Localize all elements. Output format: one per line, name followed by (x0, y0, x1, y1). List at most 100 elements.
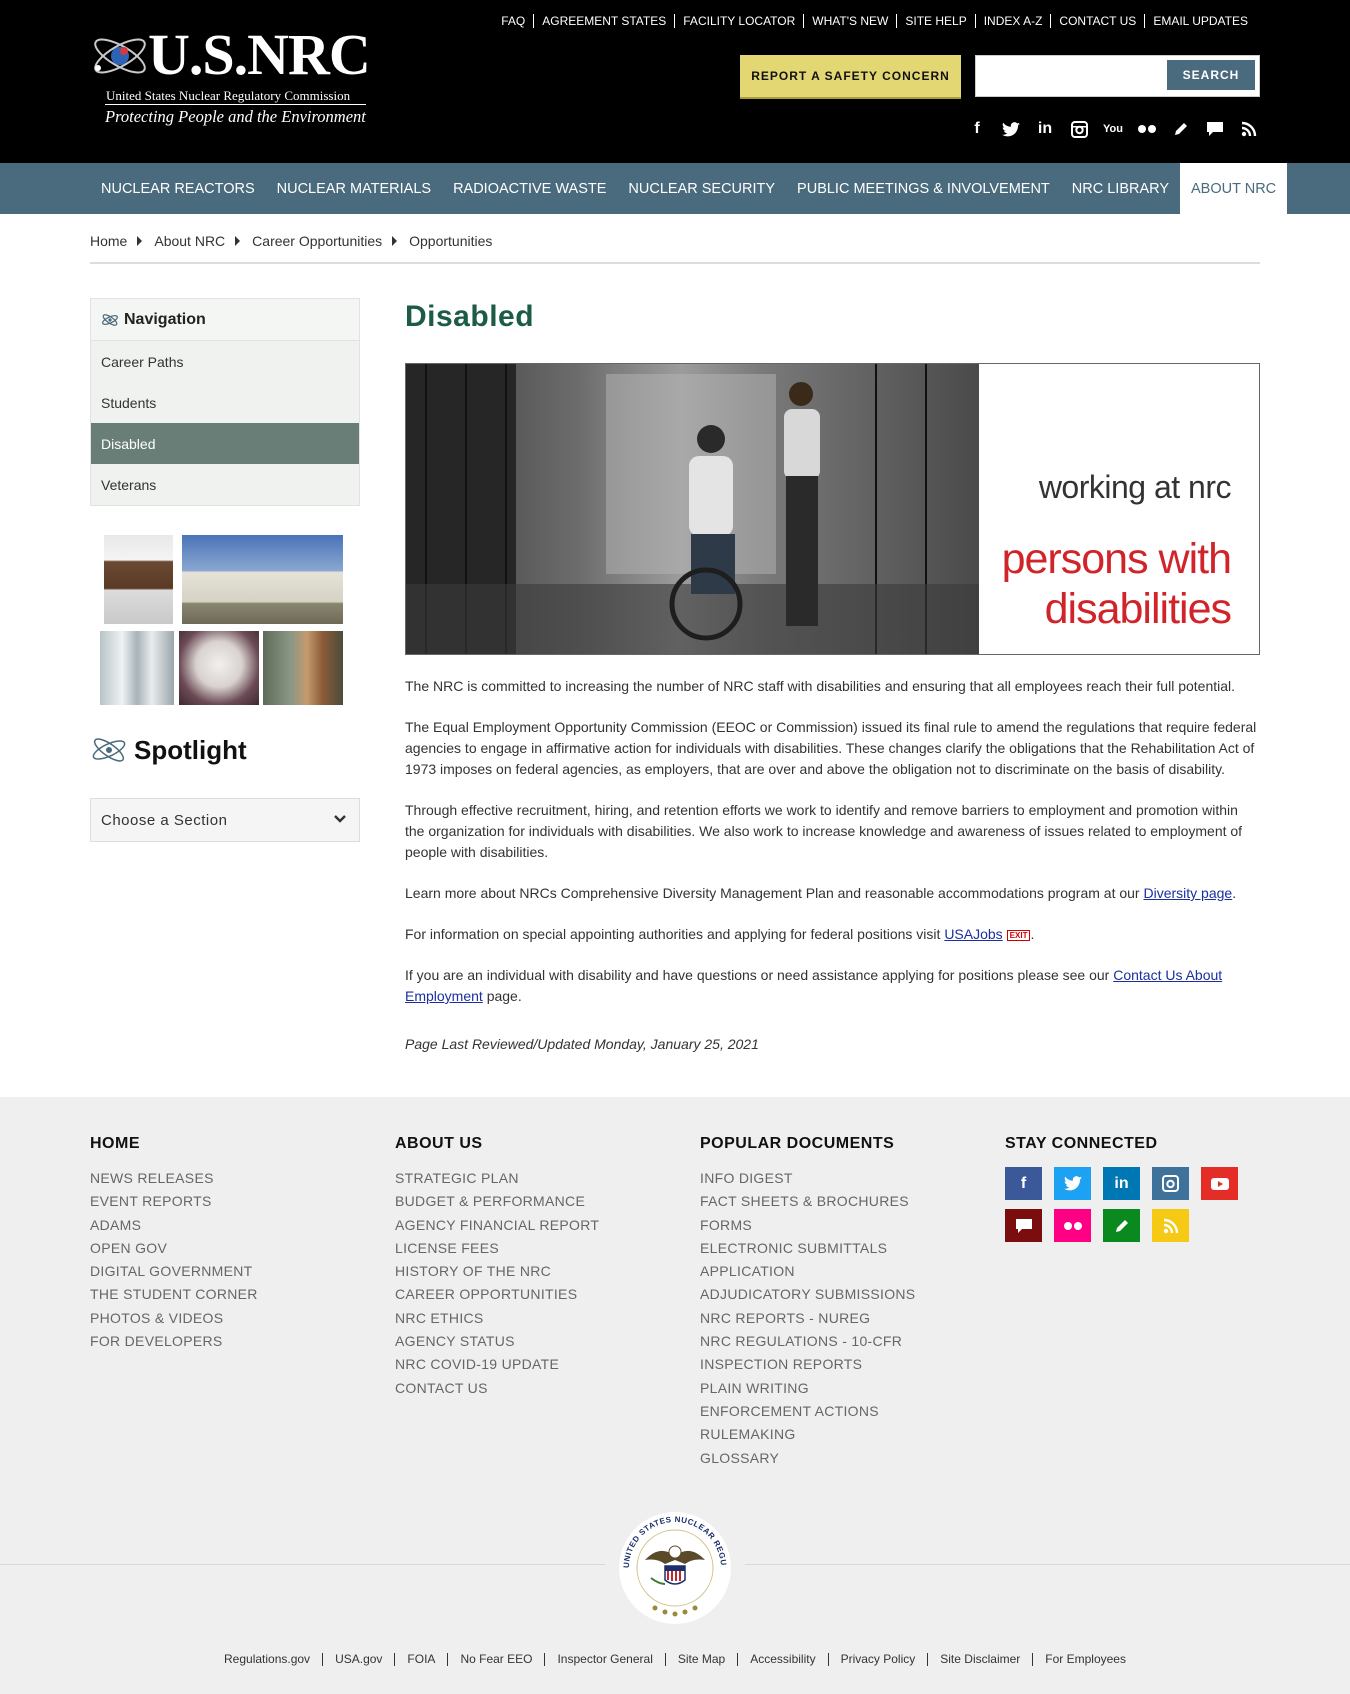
footer-link[interactable]: DIGITAL GOVERNMENT (90, 1260, 258, 1283)
footer-link[interactable]: NRC REPORTS - NUREG (700, 1307, 915, 1330)
footer-link[interactable]: NRC COVID-19 UPDATE (395, 1353, 599, 1376)
flickr-icon[interactable] (1130, 117, 1164, 141)
footer-bottom-link[interactable]: Privacy Policy (827, 1653, 928, 1666)
footer-bottom-link[interactable]: Site Disclaimer (927, 1653, 1032, 1666)
choose-section-select[interactable]: Choose a Section (90, 798, 360, 842)
nav-nrc-library[interactable]: NRC LIBRARY (1061, 163, 1180, 214)
footer-bottom-link[interactable]: Inspector General (544, 1653, 664, 1666)
footer-link[interactable]: NRC ETHICS (395, 1307, 599, 1330)
side-nav-career-paths[interactable]: Career Paths (91, 341, 359, 382)
nrc-logo[interactable]: U.S.NRC United States Nuclear Regulatory… (90, 18, 371, 126)
comment-icon[interactable] (1198, 117, 1232, 141)
twitter-icon[interactable] (994, 117, 1028, 141)
util-link-faq[interactable]: FAQ (493, 14, 533, 28)
nav-public-meetings[interactable]: PUBLIC MEETINGS & INVOLVEMENT (786, 163, 1061, 214)
footer-link[interactable]: HISTORY OF THE NRC (395, 1260, 599, 1283)
footer-link[interactable]: CONTACT US (395, 1377, 599, 1400)
util-link-email-updates[interactable]: EMAIL UPDATES (1144, 14, 1256, 28)
nav-nuclear-materials[interactable]: NUCLEAR MATERIALS (266, 163, 442, 214)
instagram-icon[interactable] (1062, 117, 1096, 141)
nrc-seal-emblem-icon: UNITED STATES NUCLEAR REGULATORY COMMISS… (615, 1508, 731, 1624)
footer-bottom-link[interactable]: Regulations.gov (212, 1653, 322, 1666)
side-nav-disabled[interactable]: Disabled (91, 423, 359, 464)
footer-link[interactable]: FACT SHEETS & BROCHURES (700, 1190, 915, 1213)
search-input[interactable] (976, 56, 1166, 96)
linkedin-icon[interactable]: in (1103, 1167, 1140, 1200)
footer-link[interactable]: AGENCY STATUS (395, 1330, 599, 1353)
report-safety-concern-button[interactable]: REPORT A SAFETY CONCERN (740, 55, 961, 97)
breadcrumb-career-opportunities[interactable]: Career Opportunities (252, 233, 382, 249)
facebook-icon[interactable]: f (1005, 1167, 1042, 1200)
footer-bottom-link[interactable]: No Fear EEO (447, 1653, 544, 1666)
footer-social-grid: f in (1005, 1167, 1238, 1242)
instagram-icon[interactable] (1152, 1167, 1189, 1200)
paragraph-1: The NRC is committed to increasing the n… (405, 678, 1236, 694)
footer-bottom-link[interactable]: Site Map (664, 1653, 737, 1666)
breadcrumb-opportunities[interactable]: Opportunities (409, 233, 492, 249)
util-link-whats-new[interactable]: WHAT'S NEW (803, 14, 896, 28)
footer-link[interactable]: NRC REGULATIONS - 10-CFR (700, 1330, 915, 1353)
footer-bottom-link[interactable]: FOIA (394, 1653, 447, 1666)
breadcrumb-home[interactable]: Home (90, 233, 127, 249)
flickr-icon[interactable] (1054, 1209, 1091, 1242)
nav-about-nrc[interactable]: ABOUT NRC (1180, 163, 1288, 214)
paragraph-6: If you are an individual with disability… (405, 965, 1260, 1007)
footer-link[interactable]: PLAIN WRITING (700, 1377, 915, 1400)
rss-icon[interactable] (1232, 117, 1266, 141)
footer-link[interactable]: ENFORCEMENT ACTIONS (700, 1400, 915, 1423)
nav-radioactive-waste[interactable]: RADIOACTIVE WASTE (442, 163, 617, 214)
util-link-index-az[interactable]: INDEX A-Z (974, 14, 1051, 28)
footer-link[interactable]: BUDGET & PERFORMANCE (395, 1190, 599, 1213)
footer-link[interactable]: CAREER OPPORTUNITIES (395, 1283, 599, 1306)
footer-link[interactable]: FORMS (700, 1214, 915, 1237)
hero-line-persons-with-disabilities: persons with disabilities (1002, 534, 1232, 634)
twitter-icon[interactable] (1054, 1167, 1091, 1200)
agency-name: United States Nuclear Regulatory Commiss… (106, 88, 351, 103)
usajobs-link[interactable]: USAJobs (944, 926, 1002, 942)
footer-link[interactable]: PHOTOS & VIDEOS (90, 1307, 258, 1330)
util-link-contact-us[interactable]: CONTACT US (1050, 14, 1144, 28)
blog-icon[interactable] (1103, 1209, 1140, 1242)
side-nav-veterans[interactable]: Veterans (91, 464, 359, 505)
footer-link[interactable]: INFO DIGEST (700, 1167, 915, 1190)
util-link-agreement-states[interactable]: AGREEMENT STATES (533, 14, 674, 28)
footer-link[interactable]: STRATEGIC PLAN (395, 1167, 599, 1190)
comment-icon[interactable] (1005, 1209, 1042, 1242)
footer-link[interactable]: ELECTRONIC SUBMITTALS (700, 1237, 915, 1260)
facebook-icon[interactable]: f (960, 117, 994, 141)
breadcrumb-about-nrc[interactable]: About NRC (154, 233, 225, 249)
footer-link[interactable]: INSPECTION REPORTS (700, 1353, 915, 1376)
footer-link[interactable]: AGENCY FINANCIAL REPORT (395, 1214, 599, 1237)
youtube-icon[interactable]: You (1096, 117, 1130, 141)
hero-text-panel: working at nrc persons with disabilities (979, 364, 1259, 654)
util-link-site-help[interactable]: SITE HELP (896, 14, 974, 28)
linkedin-icon[interactable]: in (1028, 117, 1062, 141)
choose-section-value: Choose a Section (101, 811, 228, 829)
footer-link[interactable]: THE STUDENT CORNER (90, 1283, 258, 1306)
footer-bottom-link[interactable]: For Employees (1032, 1653, 1138, 1666)
footer-link[interactable]: RULEMAKING (700, 1423, 915, 1446)
diversity-page-link[interactable]: Diversity page (1143, 885, 1232, 901)
footer-link[interactable]: ADAMS (90, 1214, 258, 1237)
rss-icon[interactable] (1152, 1209, 1189, 1242)
util-link-facility-locator[interactable]: FACILITY LOCATOR (674, 14, 803, 28)
footer-link[interactable]: LICENSE FEES (395, 1237, 599, 1260)
nav-nuclear-security[interactable]: NUCLEAR SECURITY (617, 163, 786, 214)
nav-nuclear-reactors[interactable]: NUCLEAR REACTORS (90, 163, 266, 214)
footer-bottom-link[interactable]: USA.gov (322, 1653, 394, 1666)
footer-link[interactable]: ADJUDICATORY SUBMISSIONS (700, 1283, 915, 1306)
footer-link[interactable]: FOR DEVELOPERS (90, 1330, 258, 1353)
footer-link[interactable]: OPEN GOV (90, 1237, 258, 1260)
footer-link[interactable]: NEWS RELEASES (90, 1167, 258, 1190)
side-nav-students[interactable]: Students (91, 382, 359, 423)
footer-home-title[interactable]: HOME (90, 1135, 258, 1153)
footer-connect-column: STAY CONNECTED f in (1005, 1135, 1238, 1242)
search-button[interactable]: SEARCH (1167, 60, 1255, 90)
footer-link[interactable]: GLOSSARY (700, 1447, 915, 1470)
footer-bottom-link[interactable]: Accessibility (737, 1653, 827, 1666)
breadcrumb-arrow-icon (392, 236, 398, 246)
youtube-icon[interactable] (1201, 1167, 1238, 1200)
footer-link[interactable]: EVENT REPORTS (90, 1190, 258, 1213)
footer-link[interactable]: APPLICATION (700, 1260, 915, 1283)
blog-icon[interactable] (1164, 117, 1198, 141)
